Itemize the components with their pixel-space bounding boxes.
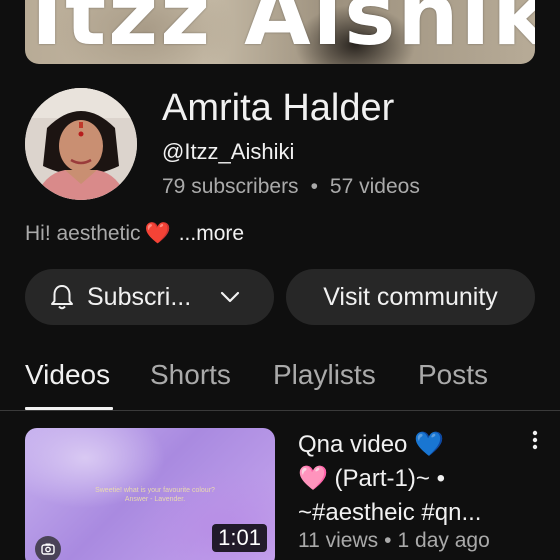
video-age: 1 day ago — [397, 529, 490, 552]
channel-banner[interactable]: Itzz Aishiki — [25, 0, 535, 64]
video-title-line-1: Qna video 💙 — [298, 431, 444, 458]
video-title-line-2: 🩷 (Part-1)~ • — [298, 465, 445, 492]
tab-videos[interactable]: Videos — [25, 355, 110, 395]
channel-tabs: Videos Shorts Playlists Posts — [0, 355, 560, 411]
tab-playlists[interactable]: Playlists — [273, 355, 376, 395]
video-duration: 1:01 — [212, 524, 267, 552]
subscribed-button[interactable]: Subscri... — [25, 269, 274, 325]
kebab-menu-icon[interactable] — [524, 426, 546, 454]
tab-posts[interactable]: Posts — [418, 355, 488, 395]
banner-text: Itzz Aishiki — [31, 0, 535, 64]
avatar[interactable] — [25, 88, 137, 200]
more-link[interactable]: ...more — [179, 222, 244, 245]
bell-icon — [51, 285, 73, 310]
video-title[interactable]: Qna video 💙 🩷 (Part-1)~ • ~#aestheic #qn… — [298, 428, 518, 530]
stats-separator: • — [310, 175, 318, 198]
channel-stats: 79 subscribers • 57 videos — [162, 173, 420, 201]
video-thumbnail[interactable]: Sweetie! what is your favourite colour? … — [25, 428, 275, 560]
video-views: 11 views — [298, 529, 379, 552]
chevron-down-icon — [221, 291, 240, 303]
video-meta: 11 views • 1 day ago — [298, 527, 490, 555]
heart-emoji: ❤️ — [144, 222, 171, 245]
subscriber-count: 79 subscribers — [162, 175, 299, 198]
video-count: 57 videos — [329, 175, 420, 198]
channel-screen: Itzz Aishiki Amrita Halder @Itzz_Aishiki… — [0, 0, 560, 560]
avatar-image — [25, 88, 137, 200]
video-title-line-3: ~#aestheic #qn... — [298, 499, 482, 526]
video-type-icon — [35, 536, 61, 560]
channel-handle: @Itzz_Aishiki — [162, 139, 295, 164]
channel-name: Amrita Halder — [162, 87, 395, 129]
tab-shorts[interactable]: Shorts — [150, 355, 231, 395]
thumbnail-caption: Sweetie! what is your favourite colour? … — [95, 487, 215, 503]
meta-separator: • — [384, 529, 392, 552]
description-text: Hi! aesthetic — [25, 222, 141, 245]
subscribe-label: Subscri... — [87, 282, 192, 311]
visit-community-button[interactable]: Visit community — [286, 269, 535, 325]
channel-description[interactable]: Hi! aesthetic ❤️ ...more — [25, 220, 244, 248]
tabs-divider — [0, 410, 560, 411]
community-label: Visit community — [323, 282, 498, 311]
